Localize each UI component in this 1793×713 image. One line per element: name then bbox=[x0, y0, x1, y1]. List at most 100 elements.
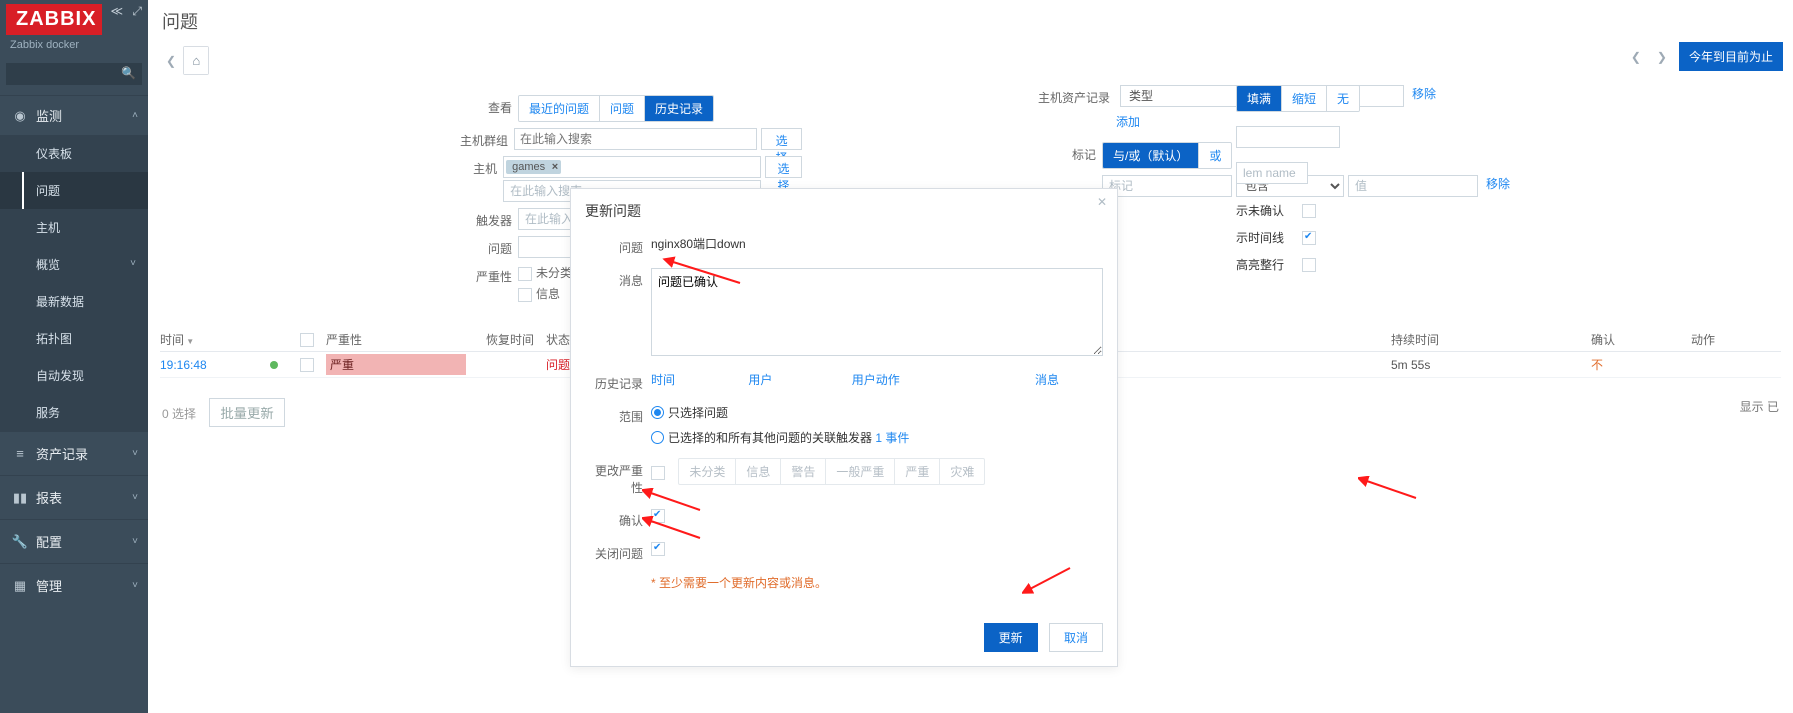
scope-radio-2[interactable] bbox=[651, 431, 664, 444]
hist-col-action[interactable]: 用户动作 bbox=[852, 371, 1032, 388]
row-status: 问题 bbox=[546, 358, 570, 372]
row-checkbox[interactable] bbox=[300, 358, 314, 372]
time-range-button[interactable]: 今年到目前为止 bbox=[1679, 42, 1783, 71]
col-recovery[interactable]: 恢复时间 bbox=[486, 331, 546, 348]
sidebar-expand-icon[interactable]: ⤢ bbox=[132, 4, 142, 18]
time-prev-icon[interactable]: ❮ bbox=[1627, 46, 1645, 68]
modal-cancel-button[interactable]: 取消 bbox=[1049, 623, 1103, 652]
nav-section-2[interactable]: ▮▮报表˅ bbox=[0, 476, 148, 519]
tag-mode-1[interactable]: 或 bbox=[1199, 143, 1231, 168]
breadcrumb-prev-icon[interactable]: ❮ bbox=[162, 50, 180, 72]
label-severity: 严重性 bbox=[442, 264, 512, 285]
modal-label-message: 消息 bbox=[585, 268, 643, 359]
hostgroup-input-wrap bbox=[514, 128, 757, 150]
inventory-remove-link[interactable]: 移除 bbox=[1412, 85, 1436, 102]
modal-message-textarea[interactable] bbox=[651, 268, 1103, 356]
modal-title: 更新问题 bbox=[571, 189, 1117, 231]
nav-section-1[interactable]: ≡资产记录˅ bbox=[0, 432, 148, 475]
sev-level-3[interactable]: 一般严重 bbox=[826, 459, 895, 484]
inventory-add-link[interactable]: 添加 bbox=[1116, 113, 1140, 130]
hist-col-user[interactable]: 用户 bbox=[748, 371, 848, 388]
update-problem-modal: ✕ 更新问题 问题 nginx80端口down 消息 历史记录 时间 用户 用户… bbox=[570, 188, 1118, 667]
change-sev-checkbox[interactable] bbox=[651, 466, 665, 480]
modal-close-icon[interactable]: ✕ bbox=[1097, 195, 1107, 209]
row-duration: 5m 55s bbox=[1391, 358, 1591, 372]
breadcrumb: ⌂ bbox=[183, 46, 209, 75]
sev-level-1[interactable]: 信息 bbox=[736, 459, 781, 484]
modal-ok-button[interactable]: 更新 bbox=[984, 623, 1038, 652]
host-input-wrap: games× bbox=[503, 156, 761, 178]
tag-remove-link[interactable]: 移除 bbox=[1486, 175, 1510, 192]
close-problem-checkbox[interactable] bbox=[651, 542, 665, 556]
view-tabs: 最近的问题问题历史记录 bbox=[518, 95, 714, 122]
modal-label-ack: 确认 bbox=[585, 508, 643, 529]
col-action[interactable]: 动作 bbox=[1691, 331, 1781, 348]
view-tab-0[interactable]: 最近的问题 bbox=[519, 96, 600, 121]
display-pill-1[interactable]: 缩短 bbox=[1282, 86, 1327, 111]
hist-col-msg[interactable]: 消息 bbox=[1035, 371, 1095, 388]
tag-value-input[interactable] bbox=[1348, 175, 1478, 197]
ack-checkbox[interactable] bbox=[651, 509, 665, 523]
tag-name-input[interactable] bbox=[1102, 175, 1232, 197]
sidebar-item-6[interactable]: 自动发现 bbox=[0, 357, 148, 394]
sidebar-item-1[interactable]: 问题 bbox=[0, 172, 148, 209]
sev-level-5[interactable]: 灾难 bbox=[940, 459, 984, 484]
row-severity: 严重 bbox=[326, 354, 466, 375]
opt-cb-0[interactable] bbox=[1302, 204, 1316, 218]
col-ack[interactable]: 确认 bbox=[1591, 331, 1691, 348]
opt-cb-2[interactable] bbox=[1302, 258, 1316, 272]
view-tab-2[interactable]: 历史记录 bbox=[645, 96, 713, 121]
time-next-icon[interactable]: ❯ bbox=[1653, 46, 1671, 68]
hist-col-time[interactable]: 时间 bbox=[651, 371, 745, 388]
sidebar-item-5[interactable]: 拓扑图 bbox=[0, 320, 148, 357]
brand-logo[interactable]: ZABBIX bbox=[6, 4, 102, 35]
trigger-input[interactable] bbox=[518, 208, 578, 230]
nav-section-0[interactable]: ◉监测˄ bbox=[0, 96, 148, 135]
sev-level-4[interactable]: 严重 bbox=[895, 459, 940, 484]
view-tab-1[interactable]: 问题 bbox=[600, 96, 645, 121]
sev-level-0[interactable]: 未分类 bbox=[679, 459, 736, 484]
modal-label-problem: 问题 bbox=[585, 235, 643, 256]
name-filter-input-2[interactable] bbox=[1236, 162, 1308, 184]
label-hostgroup: 主机群组 bbox=[442, 128, 508, 149]
problem-input[interactable] bbox=[518, 236, 578, 258]
sidebar-collapse-icon[interactable]: ≪ bbox=[110, 4, 123, 18]
scope-radio-1[interactable] bbox=[651, 406, 664, 419]
display-pill-2[interactable]: 无 bbox=[1327, 86, 1359, 111]
bulk-update-button[interactable]: 批量更新 bbox=[209, 398, 284, 427]
search-icon[interactable]: 🔍 bbox=[121, 66, 136, 80]
sidebar-item-7[interactable]: 服务 bbox=[0, 394, 148, 431]
sev-cb-0[interactable] bbox=[518, 267, 532, 281]
table-summary: 显示 已 bbox=[1740, 398, 1779, 415]
sidebar-item-0[interactable]: 仪表板 bbox=[0, 135, 148, 172]
display-pill-0[interactable]: 填满 bbox=[1237, 86, 1282, 111]
nav-icon: 🔧 bbox=[10, 534, 30, 550]
sidebar-search: 🔍 bbox=[6, 63, 142, 85]
row-ack-link[interactable]: 不 bbox=[1591, 358, 1603, 372]
opt-cb-1[interactable] bbox=[1302, 231, 1316, 245]
host-select-button[interactable]: 选择 bbox=[765, 156, 802, 178]
sidebar-item-2[interactable]: 主机 bbox=[0, 209, 148, 246]
sev-cb-1[interactable] bbox=[518, 288, 532, 302]
col-duration[interactable]: 持续时间 bbox=[1391, 331, 1591, 348]
label-view: 查看 bbox=[442, 95, 512, 116]
label-trigger: 触发器 bbox=[442, 208, 512, 229]
tag-mode-0[interactable]: 与/或（默认） bbox=[1103, 143, 1199, 168]
scope-events-link[interactable]: 1 事件 bbox=[875, 431, 909, 445]
nav-section-3[interactable]: 🔧配置˅ bbox=[0, 520, 148, 563]
col-severity[interactable]: 严重性 bbox=[326, 331, 486, 348]
col-time[interactable]: 时间 bbox=[160, 333, 194, 347]
brand-subtitle: Zabbix docker bbox=[0, 37, 148, 57]
hostgroup-input[interactable] bbox=[516, 130, 755, 148]
label-inventory: 主机资产记录 bbox=[1038, 85, 1110, 106]
sidebar-item-3[interactable]: 概览˅ bbox=[0, 246, 148, 283]
home-icon[interactable]: ⌂ bbox=[184, 47, 208, 74]
hostgroup-select-button[interactable]: 选择 bbox=[761, 128, 802, 150]
sidebar-item-4[interactable]: 最新数据 bbox=[0, 283, 148, 320]
sev-level-2[interactable]: 警告 bbox=[781, 459, 826, 484]
nav-section-4[interactable]: ▦管理˅ bbox=[0, 564, 148, 607]
select-all-checkbox[interactable] bbox=[300, 333, 314, 347]
host-tag-remove-icon[interactable]: × bbox=[552, 161, 558, 173]
row-time[interactable]: 19:16:48 bbox=[160, 358, 207, 372]
name-filter-input[interactable] bbox=[1236, 126, 1340, 148]
